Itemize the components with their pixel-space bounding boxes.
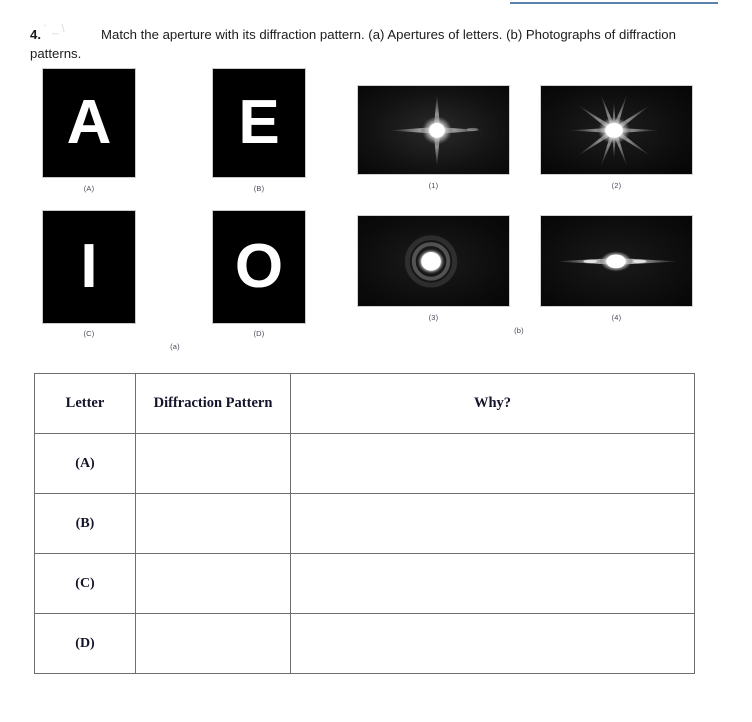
diffraction-pattern-3 [357,215,510,307]
aperture-letter-glyph: I [80,232,98,301]
multi-ray-starburst-icon [541,86,692,174]
aperture-letter-glyph: E [238,88,280,157]
aperture-tile-C: I [42,210,136,324]
row-label-D: (D) [34,613,136,674]
aperture-caption-A: (A) [83,184,95,193]
column-header-diffraction-pattern: Diffraction Pattern [135,373,291,434]
pattern-caption-4: (4) [611,313,622,322]
column-header-why: Why? [290,373,695,434]
aperture-caption-C: (C) [83,329,95,338]
question-prompt: 4. ' _ \ Match the aperture with its diff… [30,20,690,63]
aperture-group-label: (a) [170,342,180,351]
aperture-tile-B: E [212,68,306,178]
horizontal-streak-icon [541,216,692,306]
answer-cell-why-C[interactable] [290,553,695,614]
answer-cell-why-A[interactable] [290,433,695,494]
aperture-letter-glyph: O [234,232,284,301]
answer-cell-pattern-C[interactable] [135,553,291,614]
aperture-caption-B: (B) [253,184,265,193]
aperture-tile-A: A [42,68,136,178]
four-point-star-icon [358,86,509,174]
answer-cell-pattern-B[interactable] [135,493,291,554]
figure-area: A (A) E (B) I (C) O (D) (a) (1) (2) (3) … [0,60,752,351]
table-row: (C) [34,553,695,614]
answer-table: Letter Diffraction Pattern Why? (A) (B) … [34,373,695,674]
airy-disk-rings-icon [358,216,509,306]
pattern-caption-3: (3) [428,313,439,322]
aperture-letter-glyph: A [66,88,112,157]
answer-cell-why-B[interactable] [290,493,695,554]
table-row: (B) [34,493,695,554]
table-row: (D) [34,613,695,674]
diffraction-pattern-4 [540,215,693,307]
aperture-caption-D: (D) [253,329,265,338]
aperture-tile-D: O [212,210,306,324]
column-header-letter: Letter [34,373,136,434]
row-label-B: (B) [34,493,136,554]
pattern-group-label: (b) [514,326,524,335]
answer-cell-pattern-D[interactable] [135,613,291,674]
row-label-A: (A) [34,433,136,494]
table-row: (A) [34,433,695,494]
table-header-row: Letter Diffraction Pattern Why? [34,373,695,434]
answer-cell-pattern-A[interactable] [135,433,291,494]
pattern-caption-1: (1) [428,181,439,190]
question-text: Match the aperture with its diffraction … [30,27,676,62]
question-number: 4. [30,27,41,43]
pattern-caption-2: (2) [611,181,622,190]
row-label-C: (C) [34,553,136,614]
answer-cell-why-D[interactable] [290,613,695,674]
top-horizontal-rule [510,2,718,4]
diffraction-pattern-2 [540,85,693,175]
diffraction-pattern-1 [357,85,510,175]
erased-annotation: ' _ \ [41,23,65,36]
